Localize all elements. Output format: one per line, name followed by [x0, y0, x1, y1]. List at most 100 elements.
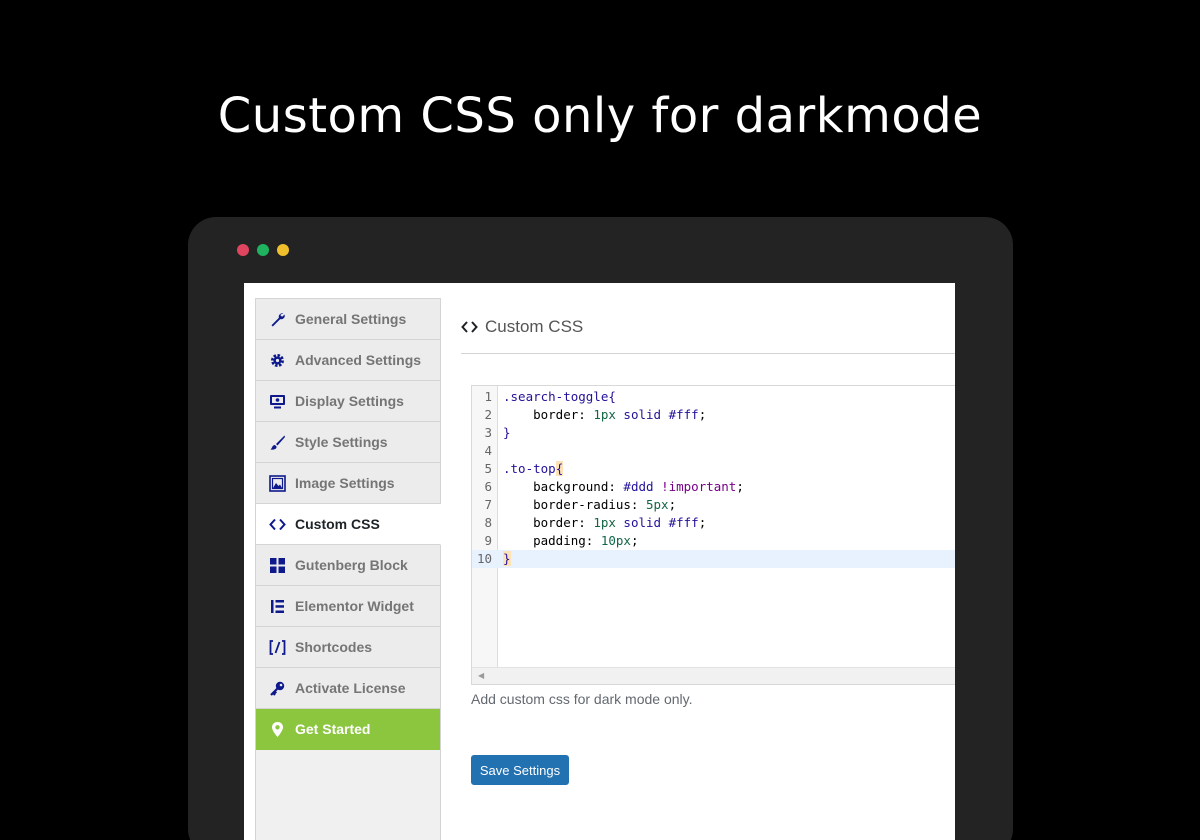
sidebar-item-label: Image Settings: [295, 475, 395, 491]
code-lines[interactable]: 1 .search-toggle{2 border: 1px solid #fff…: [472, 388, 955, 568]
code-token: padding:: [503, 533, 601, 548]
code-token: ;: [698, 515, 707, 530]
code-token: ;: [698, 407, 707, 422]
code-text: .to-top{: [503, 460, 564, 478]
code-token: 1px: [593, 407, 616, 422]
sidebar-item-label: General Settings: [295, 311, 407, 327]
code-token: }: [503, 551, 511, 566]
code-text: }: [503, 424, 511, 442]
code-text: background: #ddd !important;: [503, 478, 744, 496]
code-icon: [268, 515, 286, 533]
line-number: 3: [484, 425, 492, 440]
code-token: !important: [661, 479, 737, 494]
paintbrush-icon: [268, 433, 286, 451]
code-line[interactable]: 10}: [472, 550, 955, 568]
image-icon: [268, 474, 286, 492]
code-line[interactable]: 9 padding: 10px;: [472, 532, 955, 550]
key-icon: [268, 679, 286, 697]
code-token: ;: [736, 479, 744, 494]
panel-title: Custom CSS: [461, 317, 583, 337]
panel-title-text: Custom CSS: [485, 317, 584, 336]
code-line[interactable]: 8 border: 1px solid #fff;: [472, 514, 955, 532]
code-line[interactable]: 5 .to-top{: [472, 460, 955, 478]
code-token: .search-toggle: [503, 389, 609, 404]
code-line[interactable]: 2 border: 1px solid #fff;: [472, 406, 955, 424]
code-token: 1px: [593, 515, 616, 530]
code-text: }: [503, 550, 511, 568]
code-token: {: [555, 461, 564, 476]
code-line[interactable]: 1 .search-toggle{: [472, 388, 955, 406]
window-dot-green: [257, 244, 269, 256]
sidebar-item-label: Get Started: [295, 721, 371, 737]
sidebar-item-custom-css[interactable]: Custom CSS: [256, 504, 441, 545]
wrench-icon: [268, 310, 286, 328]
code-text: border: 1px solid #fff;: [503, 514, 706, 532]
window-dot-yellow: [277, 244, 289, 256]
code-line[interactable]: 3}: [472, 424, 955, 442]
code-token: 5px: [646, 497, 669, 512]
title-divider: [461, 353, 955, 354]
line-number: 5: [484, 461, 492, 476]
monitor-icon: [268, 392, 286, 410]
code-text: border: 1px solid #fff;: [503, 406, 706, 424]
location-pin-icon: [268, 720, 286, 738]
code-token: background:: [503, 479, 624, 494]
sidebar-item-label: Activate License: [295, 680, 406, 696]
line-number: 9: [484, 533, 492, 548]
code-text: padding: 10px;: [503, 532, 638, 550]
sidebar-item-shortcodes[interactable]: Shortcodes: [256, 627, 440, 668]
code-token: border:: [503, 407, 594, 422]
css-code-editor[interactable]: 1 .search-toggle{2 border: 1px solid #fff…: [471, 385, 955, 685]
code-token: #ddd: [623, 479, 654, 494]
code-icon: [461, 320, 478, 334]
sidebar-item-activate-license[interactable]: Activate License: [256, 668, 440, 709]
window-dot-red: [237, 244, 249, 256]
code-token: solid #fff: [623, 407, 699, 422]
grid-icon: [268, 556, 286, 574]
sidebar-item-display-settings[interactable]: Display Settings: [256, 381, 440, 422]
save-settings-button[interactable]: Save Settings: [471, 755, 569, 785]
code-token: {: [608, 389, 616, 404]
sidebar-item-label: Gutenberg Block: [295, 557, 408, 573]
main-panel: Custom CSS 1 .search-toggle{2 border: 1px…: [441, 298, 955, 840]
line-number: 8: [484, 515, 492, 530]
code-line[interactable]: 4: [472, 442, 955, 460]
line-number: 4: [484, 443, 492, 458]
code-line[interactable]: 6 background: #ddd !important;: [472, 478, 955, 496]
code-text: .search-toggle{: [503, 388, 616, 406]
sidebar-item-gutenberg-block[interactable]: Gutenberg Block: [256, 545, 440, 586]
code-token: ;: [668, 497, 677, 512]
line-number: 10: [476, 551, 492, 566]
sidebar-item-general-settings[interactable]: General Settings: [256, 299, 440, 340]
code-token: border-radius:: [503, 497, 646, 512]
help-text: Add custom css for dark mode only.: [471, 691, 693, 707]
line-number: 1: [484, 389, 492, 404]
sidebar-item-label: Shortcodes: [295, 639, 373, 655]
scroll-left-icon[interactable]: ◀: [478, 671, 484, 680]
sidebar-item-advanced-settings[interactable]: Advanced Settings: [256, 340, 440, 381]
sidebar-item-label: Style Settings: [295, 434, 388, 450]
sidebar-item-image-settings[interactable]: Image Settings: [256, 463, 440, 504]
shortcode-icon: [268, 638, 286, 656]
code-line[interactable]: 7 border-radius: 5px;: [472, 496, 955, 514]
page-headline: Custom CSS only for darkmode: [217, 88, 983, 144]
code-token: solid #fff: [623, 515, 699, 530]
horizontal-scrollbar[interactable]: ◀: [472, 667, 955, 684]
line-number: 2: [484, 407, 492, 422]
sidebar-item-label: Custom CSS: [295, 516, 380, 532]
sidebar-item-style-settings[interactable]: Style Settings: [256, 422, 440, 463]
code-token: 10px: [600, 533, 631, 548]
code-token: border:: [503, 515, 594, 530]
sidebar-item-label: Advanced Settings: [295, 352, 422, 368]
line-number: 6: [484, 479, 492, 494]
line-number: 7: [484, 497, 492, 512]
sidebar-item-label: Display Settings: [295, 393, 404, 409]
code-token: }: [503, 425, 511, 440]
sidebar-item-get-started[interactable]: Get Started: [256, 709, 440, 750]
code-text: border-radius: 5px;: [503, 496, 676, 514]
code-token: .to-top: [503, 461, 556, 476]
sidebar-item-label: Elementor Widget: [295, 598, 414, 614]
settings-screen: General Settings Advanced Settings Display…: [244, 283, 955, 840]
sidebar-item-elementor-widget[interactable]: Elementor Widget: [256, 586, 440, 627]
